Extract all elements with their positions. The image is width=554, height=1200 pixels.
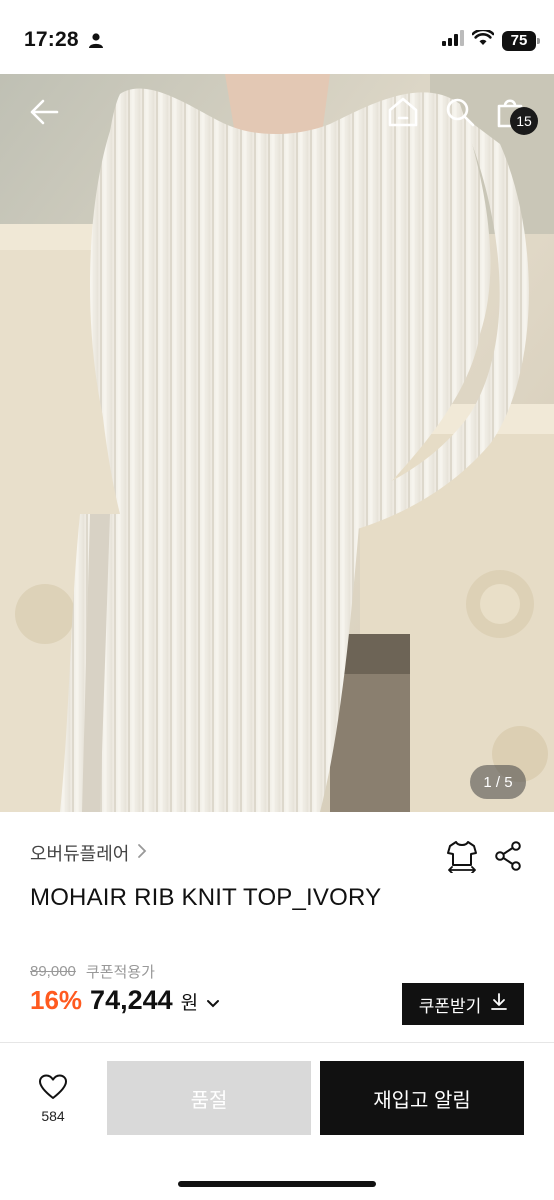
coupon-price-label: 쿠폰적용가 bbox=[85, 964, 155, 981]
status-indicators: 75 bbox=[442, 28, 540, 51]
share-button[interactable] bbox=[490, 838, 526, 874]
product-image-carousel[interactable] bbox=[0, 74, 554, 812]
discount-rate: 16% bbox=[30, 985, 83, 1015]
product-title: MOHAIR RIB KNIT TOP_IVORY bbox=[30, 884, 382, 911]
status-time: 17:28 bbox=[24, 28, 79, 51]
home-button[interactable] bbox=[383, 92, 423, 132]
original-price: 89,000 bbox=[30, 963, 76, 980]
original-price-row: 89,000 쿠폰적용가 bbox=[30, 961, 155, 982]
signal-icon bbox=[442, 30, 464, 51]
coupon-download-button[interactable]: 쿠폰받기 bbox=[402, 983, 524, 1025]
coupon-button-label: 쿠폰받기 bbox=[418, 996, 482, 1016]
like-count: 584 bbox=[41, 1108, 65, 1124]
soldout-button[interactable]: 품절 bbox=[107, 1061, 311, 1135]
status-bar: 17:28 75 bbox=[0, 0, 554, 74]
tshirt-size-icon bbox=[447, 841, 477, 873]
brand-link[interactable]: 오버듀플레어 bbox=[30, 840, 147, 866]
product-photo bbox=[0, 74, 554, 812]
heart-icon bbox=[39, 1074, 67, 1099]
restock-alert-button[interactable]: 재입고 알림 bbox=[320, 1061, 524, 1135]
cart-count-badge: 15 bbox=[510, 107, 538, 135]
share-icon bbox=[495, 841, 521, 871]
chevron-down-icon bbox=[206, 996, 220, 1014]
search-button[interactable] bbox=[440, 92, 480, 132]
download-icon bbox=[491, 992, 508, 1016]
brand-name: 오버듀플레어 bbox=[30, 844, 130, 864]
like-button[interactable]: 584 bbox=[26, 1074, 80, 1124]
chevron-right-icon bbox=[137, 843, 147, 864]
battery-indicator: 75 bbox=[502, 30, 540, 51]
home-indicator bbox=[178, 1181, 376, 1187]
back-button[interactable] bbox=[24, 92, 64, 132]
price-row[interactable]: 16% 74,244 원 bbox=[30, 985, 220, 1016]
person-icon bbox=[88, 32, 104, 53]
image-pager: 1 / 5 bbox=[470, 765, 526, 799]
wifi-icon bbox=[471, 28, 495, 51]
sale-price: 74,244 bbox=[90, 985, 173, 1015]
size-guide-button[interactable] bbox=[444, 838, 480, 874]
currency-unit: 원 bbox=[180, 993, 199, 1014]
